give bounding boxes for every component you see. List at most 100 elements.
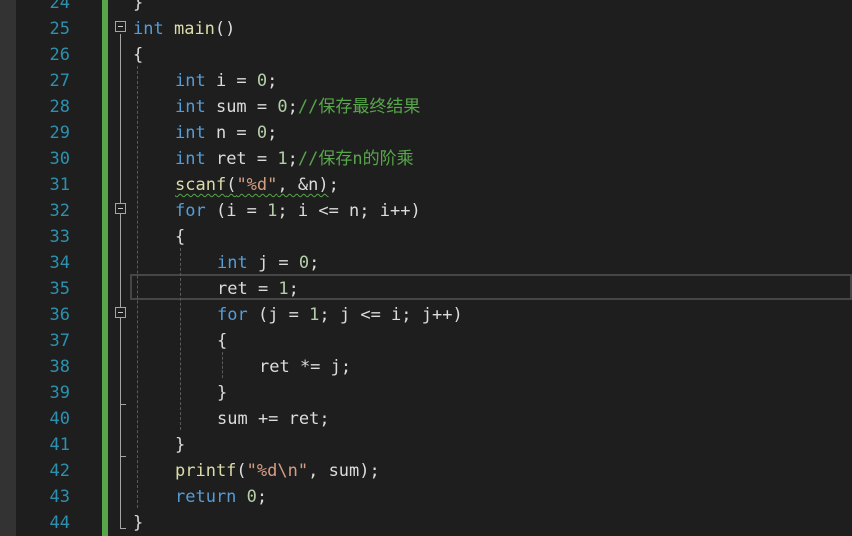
line-number: 30 bbox=[49, 149, 70, 169]
code-text: { bbox=[217, 328, 227, 354]
code-text: for (i = 1; i <= n; i++) bbox=[175, 198, 421, 224]
line-number: 39 bbox=[49, 383, 70, 403]
code-line-39[interactable]: 39} bbox=[0, 380, 852, 406]
code-token: for bbox=[175, 201, 206, 221]
code-token: { bbox=[217, 331, 228, 351]
code-token: } bbox=[217, 383, 228, 403]
code-token: 1 bbox=[267, 201, 278, 221]
code-text: int sum = 0;//保存最终结果 bbox=[175, 94, 420, 120]
code-token: int bbox=[175, 97, 206, 117]
code-token: , sum); bbox=[308, 461, 380, 481]
code-token: main bbox=[173, 19, 215, 39]
code-token: "%d" bbox=[236, 175, 278, 195]
code-token: 1 bbox=[277, 149, 288, 169]
code-token: ; bbox=[288, 279, 299, 299]
code-line-29[interactable]: 29 int n = 0; bbox=[0, 120, 852, 146]
code-token: ret *= j; bbox=[259, 357, 352, 377]
code-text: ret *= j; bbox=[259, 354, 351, 380]
code-text: int n = 0; bbox=[175, 120, 277, 146]
code-token: ; j <= i; j++) bbox=[319, 305, 463, 325]
line-number: 34 bbox=[49, 253, 70, 273]
code-text: ret = 1; bbox=[217, 276, 299, 302]
code-text: return 0; bbox=[175, 484, 267, 510]
code-text: int i = 0; bbox=[175, 68, 277, 94]
line-number: 41 bbox=[49, 435, 70, 455]
code-token: n = bbox=[205, 123, 257, 143]
code-token: ; bbox=[267, 123, 278, 143]
code-text: for (j = 1; j <= i; j++) bbox=[217, 302, 463, 328]
code-token: } bbox=[133, 513, 144, 533]
code-line-34[interactable]: 34 int j = 0; bbox=[0, 250, 852, 276]
code-token: ; bbox=[287, 97, 298, 117]
code-line-27[interactable]: 27 int i = 0; bbox=[0, 68, 852, 94]
code-line-36[interactable]: 36 for (j = 1; j <= i; j++) bbox=[0, 302, 852, 328]
code-token: } bbox=[175, 435, 186, 455]
code-token: int bbox=[175, 123, 206, 143]
code-line-44[interactable]: 44} bbox=[0, 510, 852, 536]
code-token: printf bbox=[175, 461, 237, 481]
code-line-24[interactable]: 24} bbox=[0, 0, 852, 16]
code-line-33[interactable]: 33 { bbox=[0, 224, 852, 250]
line-number: 26 bbox=[49, 45, 70, 65]
code-token: 1 bbox=[309, 305, 320, 325]
code-token: sum = bbox=[205, 97, 278, 117]
line-number: 42 bbox=[49, 461, 70, 481]
code-line-40[interactable]: 40 sum += ret; bbox=[0, 406, 852, 432]
line-number: 33 bbox=[49, 227, 70, 247]
code-text: int main() bbox=[133, 16, 235, 42]
code-token: ; i <= n; i++) bbox=[277, 201, 421, 221]
code-line-37[interactable]: 37 { bbox=[0, 328, 852, 354]
code-token: ; bbox=[328, 175, 339, 195]
code-token: //保存最终结果 bbox=[297, 97, 421, 117]
code-text: { bbox=[133, 42, 143, 68]
line-number: 32 bbox=[49, 201, 70, 221]
code-token: int bbox=[175, 149, 206, 169]
code-token: { bbox=[175, 227, 186, 247]
code-token: "%d\n" bbox=[246, 461, 309, 481]
code-token: ret = bbox=[205, 149, 278, 169]
code-token: 0 bbox=[256, 71, 268, 91]
code-line-43[interactable]: 43 return 0; bbox=[0, 484, 852, 510]
code-token: //保存n的阶乘 bbox=[297, 149, 414, 169]
code-token: } bbox=[133, 0, 144, 13]
code-line-38[interactable]: 38 ret *= j; bbox=[0, 354, 852, 380]
code-text: int j = 0; bbox=[217, 250, 319, 276]
code-token: i = bbox=[205, 71, 257, 91]
code-line-26[interactable]: 26 { bbox=[0, 42, 852, 68]
code-text: printf("%d\n", sum); bbox=[175, 458, 380, 484]
code-token: ( bbox=[236, 461, 247, 481]
code-line-41[interactable]: 41} bbox=[0, 432, 852, 458]
code-text: sum += ret; bbox=[217, 406, 330, 432]
code-line-42[interactable]: 42 printf("%d\n", sum); bbox=[0, 458, 852, 484]
code-token: ret = bbox=[217, 279, 279, 299]
line-number: 25 bbox=[49, 19, 70, 39]
code-line-32[interactable]: 32 for (i = 1; i <= n; i++) bbox=[0, 198, 852, 224]
code-line-35[interactable]: 35 ret = 1; bbox=[0, 276, 852, 302]
code-token: ; bbox=[309, 253, 320, 273]
code-text: scanf("%d", &n); bbox=[175, 172, 339, 198]
code-line-30[interactable]: 30 int ret = 1;//保存n的阶乘 bbox=[0, 146, 852, 172]
code-token: (i = bbox=[205, 201, 268, 221]
line-number: 24 bbox=[49, 0, 70, 13]
code-token: sum += ret; bbox=[217, 409, 330, 429]
code-line-25[interactable]: 25 int main() bbox=[0, 16, 852, 42]
code-line-28[interactable]: 28 int sum = 0;//保存最终结果 bbox=[0, 94, 852, 120]
code-token: j = bbox=[247, 253, 299, 273]
line-number: 28 bbox=[49, 97, 70, 117]
code-token: 0 bbox=[277, 97, 288, 117]
line-number: 40 bbox=[49, 409, 70, 429]
code-token: ; bbox=[287, 149, 298, 169]
line-number: 31 bbox=[49, 175, 70, 195]
code-token: { bbox=[133, 45, 144, 65]
code-text: { bbox=[175, 224, 185, 250]
code-token: return bbox=[175, 487, 237, 507]
code-token: ; bbox=[267, 71, 278, 91]
code-line-31[interactable]: 31 scanf("%d", &n); bbox=[0, 172, 852, 198]
code-token: int bbox=[175, 71, 206, 91]
code-text: } bbox=[175, 432, 185, 458]
line-number: 43 bbox=[49, 487, 70, 507]
line-number: 44 bbox=[49, 513, 70, 533]
code-token: 0 bbox=[256, 123, 268, 143]
